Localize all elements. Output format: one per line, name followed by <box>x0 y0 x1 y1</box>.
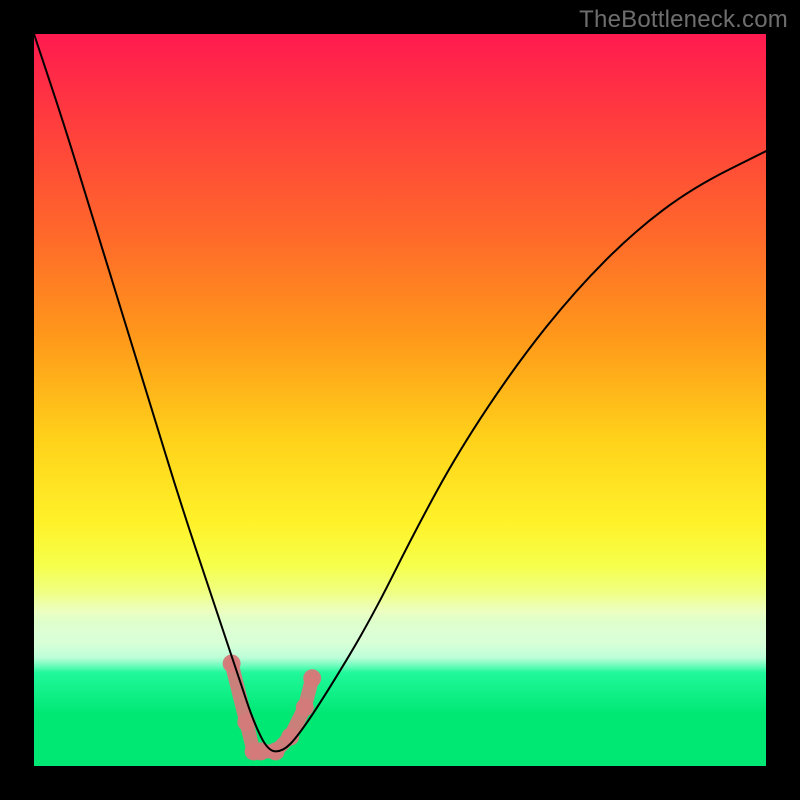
valley-dot <box>303 669 321 687</box>
chart-stage: TheBottleneck.com <box>0 0 800 800</box>
valley-dot <box>296 698 314 716</box>
chart-svg <box>34 34 766 766</box>
bottleneck-curve-path <box>34 34 766 751</box>
plot-area <box>34 34 766 766</box>
watermark-text: TheBottleneck.com <box>579 6 788 34</box>
